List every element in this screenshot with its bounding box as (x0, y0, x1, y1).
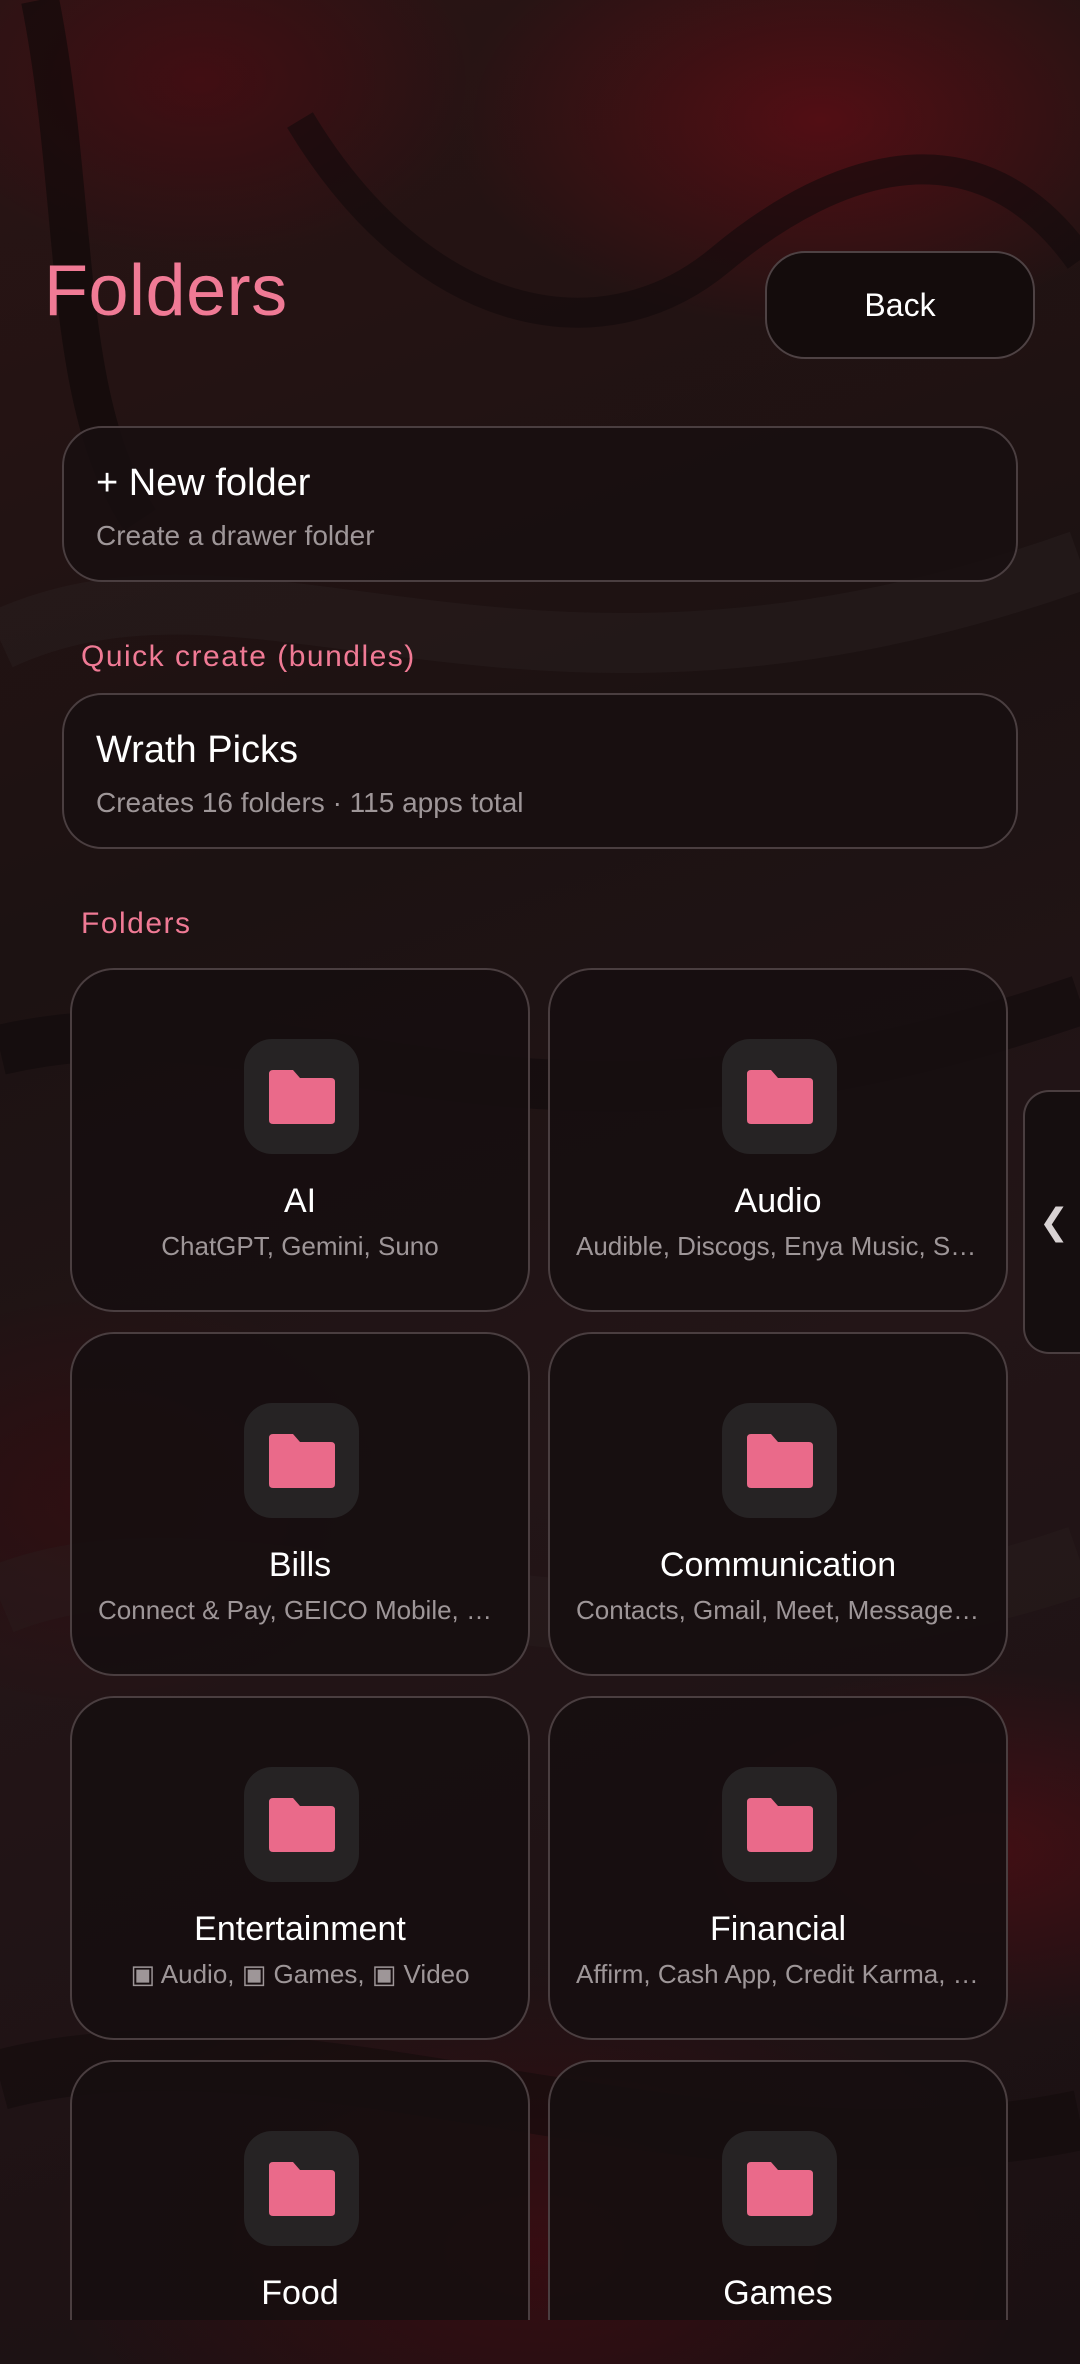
folder-icon (244, 2131, 359, 2246)
new-folder-title: + New folder (96, 462, 311, 504)
folder-name: AI (283, 1182, 317, 1220)
folder-tile-entertainment[interactable]: Entertainment ▣ Audio, ▣ Games, ▣ Video (70, 1696, 530, 2040)
folder-tile-audio[interactable]: Audio Audible, Discogs, Enya Music, Son.… (548, 968, 1008, 1312)
folder-icon (244, 1039, 359, 1154)
folder-icon (722, 1767, 837, 1882)
bundle-title: Wrath Picks (96, 729, 299, 771)
folder-tile-games[interactable]: Games (548, 2060, 1008, 2320)
folder-name: Audio (734, 1182, 822, 1220)
folder-name: Games (723, 2274, 833, 2312)
folder-icon (244, 1767, 359, 1882)
folder-apps: Connect & Pay, GEICO Mobile, My ... (98, 1595, 502, 1625)
folder-icon (722, 1039, 837, 1154)
folder-name: Entertainment (194, 1910, 406, 1948)
folder-name: Communication (659, 1546, 897, 1584)
quick-create-section-label: Quick create (bundles) (81, 640, 416, 673)
chevron-left-icon: ❮ (1038, 1201, 1070, 1243)
page-title: Folders (44, 251, 288, 331)
folder-tile-financial[interactable]: Financial Affirm, Cash App, Credit Karma… (548, 1696, 1008, 2040)
folder-name: Bills (268, 1546, 332, 1584)
folder-name: Food (261, 2274, 339, 2312)
folder-apps: Audible, Discogs, Enya Music, Son... (576, 1231, 980, 1261)
folder-icon (722, 2131, 837, 2246)
folder-tile-ai[interactable]: AI ChatGPT, Gemini, Suno (70, 968, 530, 1312)
new-folder-subtitle: Create a drawer folder (96, 520, 375, 551)
bundle-subtitle: Creates 16 folders · 115 apps total (96, 787, 524, 818)
folder-apps: ChatGPT, Gemini, Suno (161, 1231, 439, 1261)
folder-tile-bills[interactable]: Bills Connect & Pay, GEICO Mobile, My ..… (70, 1332, 530, 1676)
folder-apps: ▣ Audio, ▣ Games, ▣ Video (130, 1959, 470, 1989)
folder-tile-communication[interactable]: Communication Contacts, Gmail, Meet, Mes… (548, 1332, 1008, 1676)
folder-apps: Affirm, Cash App, Credit Karma, Kl... (576, 1959, 980, 1989)
folders-section-label: Folders (81, 907, 192, 940)
side-drawer-handle[interactable]: ❮ (1023, 1090, 1080, 1354)
folder-name: Financial (709, 1910, 847, 1948)
folder-icon (244, 1403, 359, 1518)
folder-grid: AI ChatGPT, Gemini, Suno Audio Audible, … (70, 968, 1010, 2320)
folder-tile-food[interactable]: Food (70, 2060, 530, 2320)
folder-icon (722, 1403, 837, 1518)
folder-apps: Contacts, Gmail, Meet, Messages, ... (576, 1595, 980, 1625)
new-folder-card[interactable]: + New folder Create a drawer folder (62, 426, 1018, 582)
back-button[interactable]: Back (765, 251, 1035, 359)
bundle-card-wrath-picks[interactable]: Wrath Picks Creates 16 folders · 115 app… (62, 693, 1018, 849)
